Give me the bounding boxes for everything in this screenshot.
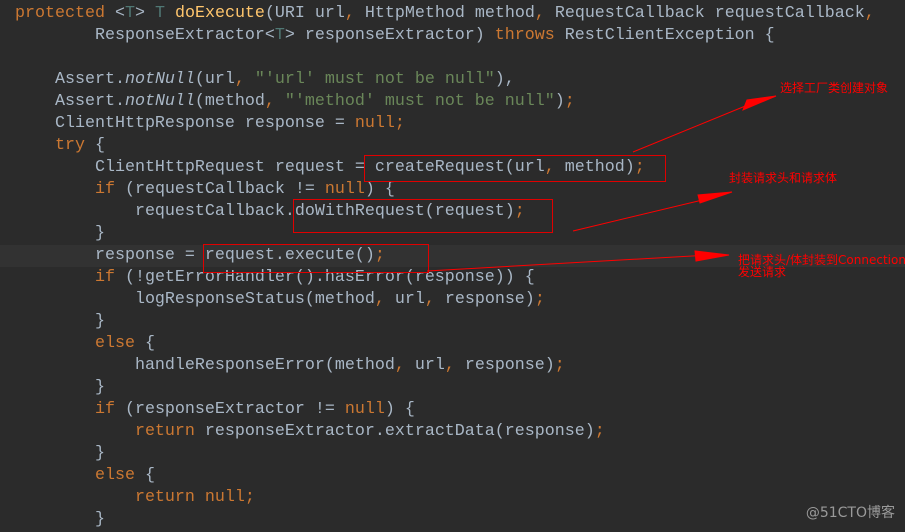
arrow-head-2 <box>697 191 733 204</box>
arrow-line-3 <box>426 254 711 272</box>
arrow-head-1 <box>742 95 777 111</box>
annotation-create-object: 选择工厂类创建对象 <box>780 81 889 95</box>
annotation-wrap-headers-body: 封装请求头和请求体 <box>729 171 838 185</box>
annotation-connection-line2: 发送请求 <box>738 265 787 279</box>
arrow-line-1 <box>632 99 761 153</box>
watermark: @51CTO博客 <box>805 505 895 521</box>
arrow-line-2 <box>572 196 716 232</box>
arrow-head-3 <box>694 250 730 262</box>
